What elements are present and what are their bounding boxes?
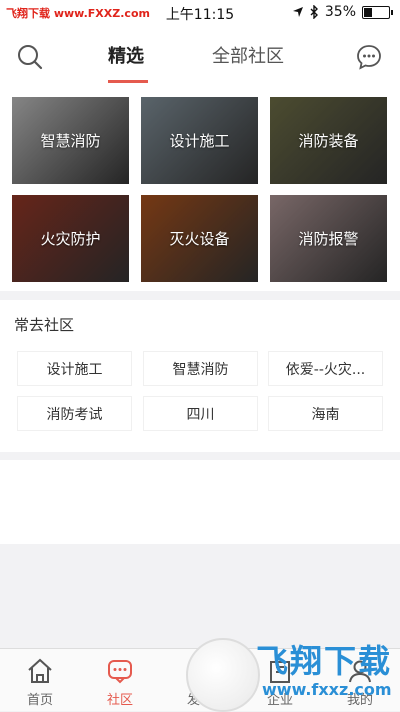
content-area bbox=[0, 460, 400, 544]
category-label: 设计施工 bbox=[169, 132, 230, 150]
category-tile-extinguishing[interactable]: 灭火设备 bbox=[141, 195, 258, 282]
bluetooth-icon bbox=[310, 5, 318, 19]
search-icon[interactable] bbox=[17, 44, 43, 70]
watermark-overlay: 飞翔下载 www.fxxz.com bbox=[180, 632, 400, 712]
community-chip[interactable]: 设计施工 bbox=[17, 351, 132, 386]
category-label: 消防装备 bbox=[298, 132, 359, 150]
home-icon bbox=[28, 658, 52, 683]
section-title: 常去社区 bbox=[14, 316, 75, 334]
community-chip[interactable]: 消防考试 bbox=[17, 396, 132, 431]
community-chip[interactable]: 海南 bbox=[268, 396, 383, 431]
category-grid: 智慧消防 设计施工 消防装备 火灾防护 灭火设备 消防报警 bbox=[0, 84, 400, 291]
category-label: 智慧消防 bbox=[40, 132, 101, 150]
category-tile-fire-equipment[interactable]: 消防装备 bbox=[270, 97, 387, 184]
category-label: 火灾防护 bbox=[40, 230, 101, 248]
tabbar-home[interactable]: 首页 bbox=[0, 649, 80, 711]
watermark-url: www.fxxz.com bbox=[262, 680, 392, 699]
category-tile-design-construction[interactable]: 设计施工 bbox=[141, 97, 258, 184]
category-tile-fire-protection[interactable]: 火灾防护 bbox=[12, 195, 129, 282]
watermark-title: 飞翔下载 bbox=[256, 642, 393, 680]
category-label: 灭火设备 bbox=[169, 230, 230, 248]
tabbar-label: 社区 bbox=[106, 693, 133, 708]
watermark-logo bbox=[186, 638, 260, 712]
category-tile-smart-fire[interactable]: 智慧消防 bbox=[12, 97, 129, 184]
tab-all-communities[interactable]: 全部社区 bbox=[212, 42, 284, 68]
category-label: 消防报警 bbox=[298, 230, 359, 248]
battery-percent: 35% bbox=[324, 4, 356, 20]
chat-bubble-icon[interactable] bbox=[356, 44, 382, 70]
location-icon bbox=[292, 7, 303, 17]
category-tile-fire-alarm[interactable]: 消防报警 bbox=[270, 195, 387, 282]
top-nav: 精选 全部社区 bbox=[0, 28, 400, 85]
community-chip[interactable]: 依爱--火灾... bbox=[268, 351, 383, 386]
tabbar-label: 首页 bbox=[26, 693, 53, 708]
frequent-communities: 常去社区 设计施工 智慧消防 依爱--火灾... 消防考试 四川 海南 bbox=[0, 300, 400, 452]
active-tab-indicator bbox=[108, 80, 148, 83]
tabbar-community[interactable]: 社区 bbox=[80, 649, 160, 711]
status-right: 35% bbox=[292, 4, 393, 20]
battery-icon bbox=[362, 5, 393, 19]
community-chip[interactable]: 智慧消防 bbox=[143, 351, 258, 386]
status-bar: 飞翔下载 www.FXXZ.com 上午11:15 35% bbox=[0, 0, 400, 28]
community-chip[interactable]: 四川 bbox=[143, 396, 258, 431]
community-icon bbox=[108, 660, 132, 684]
tab-featured[interactable]: 精选 bbox=[108, 42, 144, 68]
